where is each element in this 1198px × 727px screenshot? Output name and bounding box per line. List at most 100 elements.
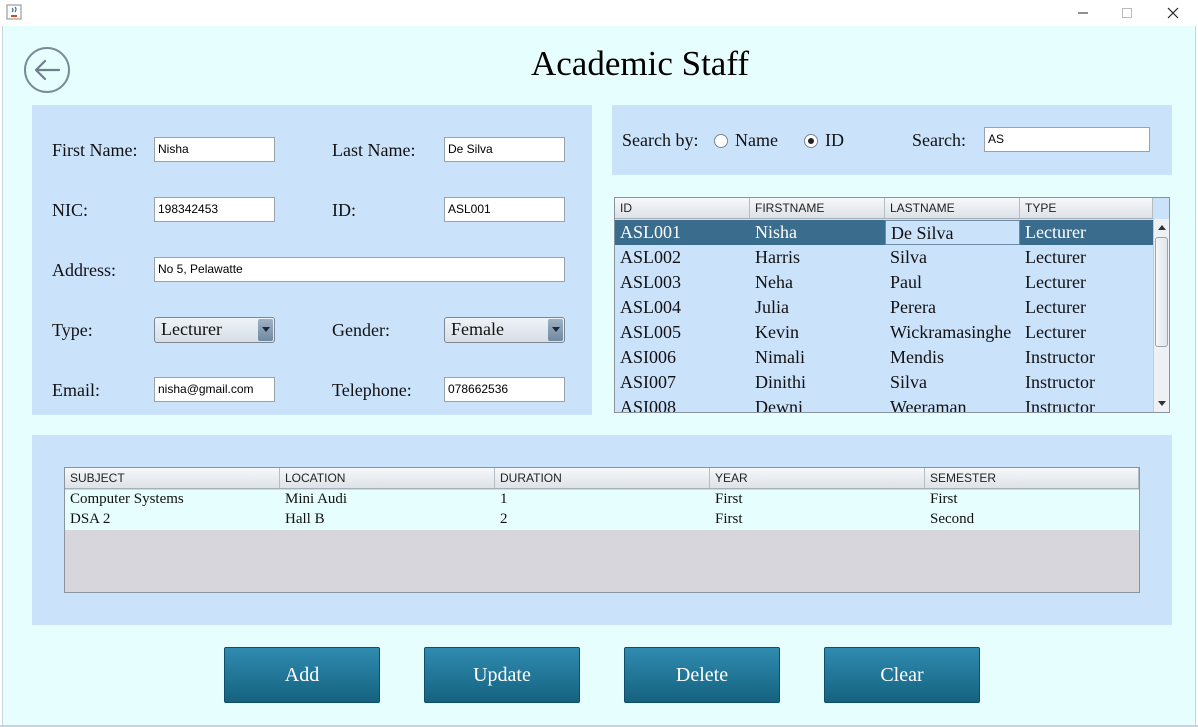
close-button[interactable] (1150, 0, 1196, 26)
table-cell: Mini Audi (285, 491, 348, 507)
column-header-subject[interactable]: SUBJECT (65, 468, 280, 488)
column-header-duration[interactable]: DURATION (495, 468, 710, 488)
table-row[interactable]: ASI006 Nimali Mendis Instructor (615, 345, 1153, 370)
table-cell: Silva (890, 247, 928, 267)
column-header-firstname[interactable]: FIRSTNAME (750, 198, 885, 218)
table-cell: DSA 2 (70, 511, 111, 527)
clear-button[interactable]: Clear (824, 647, 980, 703)
address-label: Address: (52, 260, 116, 280)
table-cell: ASL001 (620, 222, 682, 242)
staff-form-panel: First Name: Nisha Last Name: De Silva NI… (32, 105, 592, 415)
type-select[interactable]: Lecturer (154, 317, 275, 343)
table-cell: Second (930, 511, 975, 527)
search-by-name-label: Name (735, 130, 778, 150)
last-name-field[interactable]: De Silva (444, 137, 565, 162)
staff-table: ID FIRSTNAME LASTNAME TYPE ASL001 Nisha De… (614, 197, 1170, 413)
search-label: Search: (912, 130, 966, 150)
scrollbar-thumb[interactable] (1155, 237, 1168, 347)
table-cell: Instructor (1025, 397, 1095, 413)
table-cell: Wickramasinghe (890, 322, 1012, 342)
table-cell: Computer Systems (70, 491, 184, 507)
table-cell: Dinithi (755, 372, 807, 392)
radio-unchecked-icon (714, 133, 728, 148)
search-by-name-radio[interactable]: Name (714, 130, 778, 151)
table-cell: Weeraman (890, 397, 967, 413)
table-cell: ASL004 (620, 297, 682, 317)
table-row[interactable]: ASI007 Dinithi Silva Instructor (615, 370, 1153, 395)
table-cell: ASI008 (620, 397, 677, 413)
close-icon (1167, 7, 1179, 19)
subjects-table: SUBJECT LOCATION DURATION YEAR SEMESTER … (64, 467, 1140, 593)
minimize-button[interactable] (1060, 0, 1106, 26)
first-name-field[interactable]: Nisha (154, 137, 275, 162)
email-label: Email: (52, 380, 100, 400)
table-cell: Instructor (1025, 347, 1095, 367)
table-cell: Perera (890, 297, 936, 317)
window-titlebar (0, 0, 1198, 26)
column-header-year[interactable]: YEAR (710, 468, 925, 488)
gender-select[interactable]: Female (444, 317, 565, 343)
address-field[interactable]: No 5, Pelawatte (154, 257, 565, 282)
table-row[interactable]: Computer Systems Mini Audi 1 First First (65, 490, 1139, 510)
table-row[interactable]: ASL003 Neha Paul Lecturer (615, 270, 1153, 295)
chevron-down-icon (258, 319, 273, 341)
table-cell: ASI007 (620, 372, 677, 392)
type-select-value: Lecturer (161, 319, 222, 339)
table-cell: Kevin (755, 322, 799, 342)
table-cell: Lecturer (1025, 322, 1086, 342)
email-field[interactable]: nisha@gmail.com (154, 377, 275, 402)
table-cell: First (715, 511, 743, 527)
table-row[interactable]: ASL001 Nisha De Silva Lecturer (615, 220, 1153, 245)
chevron-down-icon (548, 319, 563, 341)
table-row[interactable]: ASL005 Kevin Wickramasinghe Lecturer (615, 320, 1153, 345)
staff-table-header: ID FIRSTNAME LASTNAME TYPE (615, 198, 1153, 219)
table-cell: First (930, 491, 958, 507)
table-cell: Neha (755, 272, 793, 292)
gender-select-value: Female (451, 319, 504, 339)
scroll-down-icon[interactable] (1154, 396, 1169, 412)
java-cup-icon (6, 4, 22, 20)
page-title: Academic Staff (530, 44, 749, 83)
last-name-label: Last Name: (332, 140, 416, 160)
table-cell: Harris (755, 247, 800, 267)
column-header-semester[interactable]: SEMESTER (925, 468, 1139, 488)
table-cell: Instructor (1025, 372, 1095, 392)
staff-table-scrollbar[interactable] (1153, 219, 1169, 412)
search-input[interactable]: AS (984, 127, 1150, 152)
radio-checked-icon (804, 133, 818, 148)
table-cell: 2 (500, 511, 508, 527)
add-button[interactable]: Add (224, 647, 380, 703)
column-header-type[interactable]: TYPE (1020, 198, 1153, 218)
first-name-label: First Name: (52, 140, 138, 160)
table-cell: ASI006 (620, 347, 677, 367)
table-cell: 1 (500, 491, 508, 507)
maximize-button[interactable] (1104, 0, 1150, 26)
back-button[interactable] (24, 47, 70, 93)
table-cell: De Silva (885, 220, 1020, 245)
column-header-lastname[interactable]: LASTNAME (885, 198, 1020, 218)
search-by-id-radio[interactable]: ID (804, 130, 844, 151)
telephone-field[interactable]: 078662536 (444, 377, 565, 402)
table-cell: Lecturer (1025, 297, 1086, 317)
table-cell: Silva (890, 372, 928, 392)
id-field[interactable]: ASL001 (444, 197, 565, 222)
search-by-label: Search by: (622, 130, 699, 150)
table-row[interactable]: ASL004 Julia Perera Lecturer (615, 295, 1153, 320)
delete-button[interactable]: Delete (624, 647, 780, 703)
column-header-location[interactable]: LOCATION (280, 468, 495, 488)
table-row[interactable]: DSA 2 Hall B 2 First Second (65, 510, 1139, 530)
search-panel: Search by: Name ID Search: AS (612, 105, 1172, 175)
table-cell: Nisha (755, 222, 797, 242)
update-button[interactable]: Update (424, 647, 580, 703)
nic-field[interactable]: 198342453 (154, 197, 275, 222)
table-row[interactable]: ASL002 Harris Silva Lecturer (615, 245, 1153, 270)
type-label: Type: (52, 320, 93, 340)
id-label: ID: (332, 200, 356, 220)
table-cell: Julia (755, 297, 789, 317)
maximize-icon (1122, 8, 1132, 18)
column-header-id[interactable]: ID (615, 198, 750, 218)
table-row[interactable]: ASI008 Dewni Weeraman Instructor (615, 395, 1153, 413)
scroll-up-icon[interactable] (1154, 219, 1169, 235)
telephone-label: Telephone: (332, 380, 412, 400)
table-cell: Nimali (755, 347, 805, 367)
